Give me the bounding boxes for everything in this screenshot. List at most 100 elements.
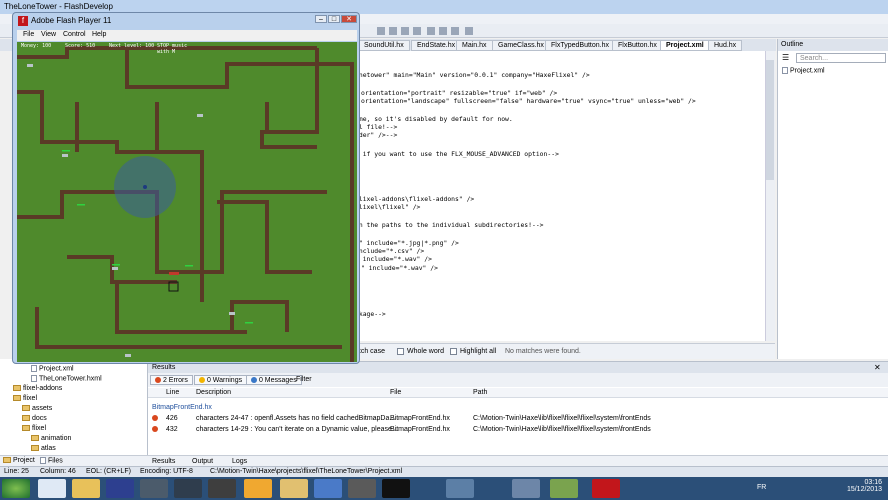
filter-label: Filter xyxy=(296,376,312,383)
info-icon xyxy=(251,377,257,384)
results-group[interactable]: BitmapFrontEnd.hx xyxy=(152,404,212,411)
project-tabs: Project Files xyxy=(0,455,148,466)
tab-gameclass[interactable]: GameClass.hx xyxy=(492,40,550,51)
table-row[interactable]: 426 characters 24-47 : openfl.Assets has… xyxy=(148,414,888,424)
tree-item-label: flixel-addons xyxy=(23,385,63,392)
table-row[interactable]: 432 characters 14-29 : You can't iterate… xyxy=(148,425,888,435)
game-hud: Money: 100 Score: 510 Next level: 100 ST… xyxy=(17,42,357,56)
folder-icon xyxy=(13,385,21,392)
row-path: C:\Motion-Twin\Haxe\lib\flixel\flixel\fl… xyxy=(473,426,651,433)
results-panel: Results ✕ 2 Errors 0 Warnings 0 Messages… xyxy=(148,361,888,467)
app6-icon[interactable] xyxy=(512,479,540,498)
folder-icon xyxy=(31,435,39,442)
xml-file-icon xyxy=(782,67,788,74)
close-button[interactable]: ✕ xyxy=(341,15,357,23)
chrome-icon[interactable] xyxy=(38,479,66,498)
editor-scrollbar-thumb[interactable] xyxy=(766,60,774,180)
tab-files[interactable]: Files xyxy=(40,457,63,464)
minimize-button[interactable]: – xyxy=(315,15,327,23)
warning-icon xyxy=(199,377,205,384)
menu-file[interactable]: File xyxy=(23,31,34,38)
error-icon xyxy=(152,415,158,422)
app4-icon[interactable] xyxy=(348,479,376,498)
tree-item-label: animation xyxy=(41,435,72,442)
tree-item[interactable]: docs xyxy=(22,415,47,422)
tools-icon[interactable] xyxy=(280,479,308,498)
maximize-button[interactable]: □ xyxy=(328,15,340,23)
tab-main[interactable]: Main.hx xyxy=(456,40,493,51)
folder-icon xyxy=(31,445,39,452)
status-path: C:\Motion-Twin\Haxe\projects\flixel\TheL… xyxy=(210,468,403,475)
errors-filter-button[interactable]: 2 Errors xyxy=(150,375,193,385)
outline-search-placeholder: Search... xyxy=(800,55,829,62)
highlight-all-checkbox[interactable] xyxy=(450,348,457,355)
tree-item[interactable]: TheLoneTower.hxml xyxy=(31,375,102,382)
tree-item[interactable]: flixel-addons xyxy=(13,385,62,392)
project-panel: Project.xml TheLoneTower.hxml flixel-addon… xyxy=(0,359,148,466)
code-line: onetower" main="Main" version="0.0.1" co… xyxy=(355,71,590,79)
tree-item[interactable]: flixel xyxy=(13,395,37,402)
col-line: Line xyxy=(166,389,180,396)
tree-item[interactable]: flixel xyxy=(22,425,46,432)
tab-logs[interactable]: Logs xyxy=(232,458,247,465)
hud-money: Money: 100 xyxy=(21,43,52,49)
col-path: Path xyxy=(473,389,488,396)
clock[interactable]: 03:16 15/12/2013 xyxy=(847,479,882,493)
flash-window-title: Adobe Flash Player 11 xyxy=(31,16,112,25)
whole-word-checkbox[interactable] xyxy=(397,348,404,355)
code-editor[interactable]: onetower" main="Main" version="0.0.1" co… xyxy=(355,51,765,341)
flash-player-icon[interactable] xyxy=(592,479,620,498)
flash-player-window[interactable]: f Adobe Flash Player 11 – □ ✕ File View … xyxy=(12,12,360,364)
tree-item[interactable]: assets xyxy=(22,405,52,412)
settings-icon[interactable] xyxy=(244,479,272,498)
outline-item[interactable]: Project.xml xyxy=(782,67,825,74)
start-button[interactable] xyxy=(2,479,30,498)
app7-icon[interactable] xyxy=(550,479,578,498)
close-icon[interactable]: ✕ xyxy=(874,363,881,372)
tab-flxbutton[interactable]: FlxButton.hx xyxy=(612,40,663,51)
error-icon xyxy=(155,377,161,384)
console-icon[interactable] xyxy=(382,479,410,498)
code-line: " include="*.wav" /> xyxy=(361,264,438,272)
tab-hud[interactable]: Hud.hx xyxy=(708,40,743,51)
game-map[interactable] xyxy=(17,42,357,362)
tab-endstate[interactable]: EndState.hx xyxy=(411,40,462,51)
tab-soundutil[interactable]: SoundUtil.hx xyxy=(358,40,410,51)
tab-flxtypedbutton[interactable]: FlxTypedButton.hx xyxy=(545,40,615,51)
outline-search-input[interactable]: Search... xyxy=(796,53,886,63)
row-line: 432 xyxy=(166,426,178,433)
tab-project-xml[interactable]: Project.xml xyxy=(660,40,710,51)
explorer-icon[interactable] xyxy=(72,479,100,498)
language-indicator[interactable]: FR xyxy=(757,484,766,491)
tab-output[interactable]: Output xyxy=(192,458,213,465)
code-line: " include="*.wav" /> xyxy=(355,255,432,263)
tree-item[interactable]: atlas xyxy=(31,445,56,452)
code-line: orientation="landscape" fullscreen="fals… xyxy=(361,97,696,105)
menu-view[interactable]: View xyxy=(41,31,56,38)
media-icon[interactable] xyxy=(140,479,168,498)
row-description: characters 24-47 : openfl.Assets has no … xyxy=(196,415,396,422)
status-encoding: Encoding: UTF-8 xyxy=(140,468,193,475)
toolbar-icons[interactable] xyxy=(375,26,485,36)
row-file: BitmapFrontEnd.hx xyxy=(390,415,450,422)
app3-icon[interactable] xyxy=(314,479,342,498)
app2-icon[interactable] xyxy=(208,479,236,498)
menu-control[interactable]: Control xyxy=(63,31,86,38)
flash-logo-icon: f xyxy=(18,16,28,26)
tree-item[interactable]: animation xyxy=(31,435,71,442)
warnings-filter-button[interactable]: 0 Warnings xyxy=(194,375,248,385)
col-description: Description xyxy=(196,389,232,396)
flash-menubar: File View Control Help xyxy=(17,30,357,41)
flashdevelop-icon[interactable] xyxy=(174,479,202,498)
app5-icon[interactable] xyxy=(446,479,474,498)
outline-menu-icon[interactable]: ☰ xyxy=(782,53,789,62)
app-icon[interactable] xyxy=(106,479,134,498)
whole-word-label: Whole word xyxy=(407,348,444,355)
code-line: ader" />--> xyxy=(355,131,398,139)
game-canvas[interactable]: Money: 100 Score: 510 Next level: 100 ST… xyxy=(17,42,357,362)
tab-project[interactable]: Project xyxy=(3,457,35,464)
tree-item[interactable]: Project.xml xyxy=(31,365,74,372)
tab-results[interactable]: Results xyxy=(152,458,175,465)
messages-filter-button[interactable]: 0 Messages xyxy=(246,375,302,385)
menu-help[interactable]: Help xyxy=(92,31,106,38)
